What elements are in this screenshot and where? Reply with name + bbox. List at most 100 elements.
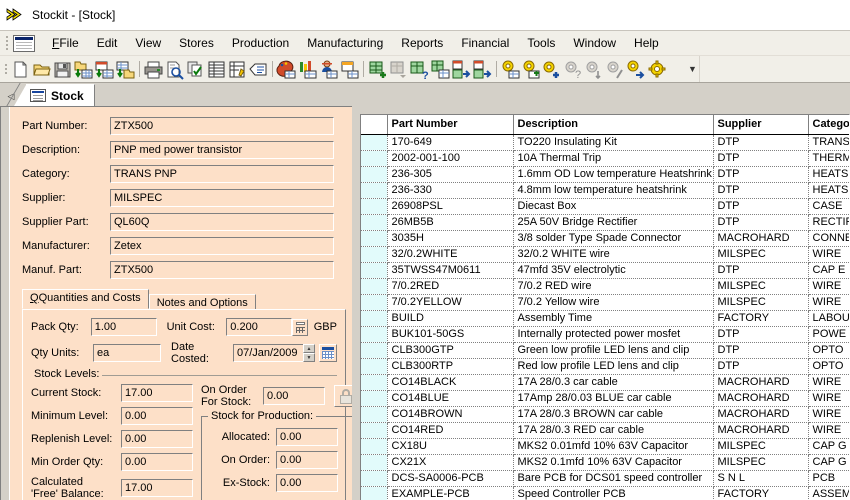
production-on-order-input[interactable]: 0.00	[276, 451, 338, 469]
export-from-grid-icon[interactable]	[94, 59, 115, 80]
query-part-icon[interactable]: ?	[409, 59, 430, 82]
column-header-part-number[interactable]: Part Number	[387, 115, 514, 135]
qty-units-input[interactable]: ea	[92, 344, 162, 362]
print-icon[interactable]	[143, 59, 164, 80]
padlock-icon[interactable]	[334, 385, 352, 407]
row-selector-cell[interactable]	[361, 310, 388, 327]
row-selector-cell[interactable]	[361, 342, 388, 359]
menu-item-view[interactable]: View	[126, 33, 170, 53]
gear-icon[interactable]	[647, 59, 668, 80]
row-selector-cell[interactable]	[361, 358, 388, 375]
table-row[interactable]: 236-330 4.8mm low temperature heatshrink D…	[361, 182, 849, 199]
row-selector-cell[interactable]	[361, 470, 388, 487]
table-row[interactable]: 35TWSS47M0611 47mfd 35V electrolytic DTP CA…	[361, 262, 849, 279]
stock-list-grid[interactable]: Part Number Description Supplier Categor…	[360, 114, 850, 500]
menu-item-reports[interactable]: Reports	[392, 33, 452, 53]
table-row[interactable]: CX18U MKS2 0.01mfd 10% 63V Capacitor MILSP…	[361, 438, 849, 455]
menu-item-stores[interactable]: Stores	[170, 33, 223, 53]
row-selector-cell[interactable]	[361, 326, 388, 343]
date-costed-input[interactable]: 07/Jan/2009	[232, 344, 303, 362]
column-header-category[interactable]: Category	[808, 115, 849, 135]
row-selector-cell[interactable]	[361, 422, 388, 439]
on-order-for-stock-input[interactable]: 0.00	[263, 387, 325, 405]
grid-to-folder-icon[interactable]	[115, 59, 136, 80]
menu-item-help[interactable]: Help	[625, 33, 668, 53]
column-header-supplier[interactable]: Supplier	[713, 115, 809, 135]
table-row[interactable]: CO14BLUE 17Amp 28/0.03 BLUE car cable MACR…	[361, 390, 849, 407]
table-row[interactable]: 2002-001-100 10A Thermal Trip DTP THERM	[361, 150, 849, 167]
row-selector-cell[interactable]	[361, 230, 388, 247]
gear-slash-icon[interactable]	[605, 59, 626, 80]
column-header-description[interactable]: Description	[513, 115, 714, 135]
part-out-icon[interactable]	[472, 59, 493, 80]
label-tag-icon[interactable]	[248, 59, 269, 80]
menu-grip-handle[interactable]	[2, 34, 11, 52]
row-selector-cell[interactable]	[361, 438, 388, 455]
import-to-grid-icon[interactable]	[73, 59, 94, 80]
menu-item-window[interactable]: Window	[564, 33, 625, 53]
minimum-level-input[interactable]: 0.00	[121, 407, 193, 425]
row-selector-cell[interactable]	[361, 198, 388, 215]
menu-item-manufacturing[interactable]: Manufacturing	[298, 33, 392, 53]
stock-person-icon[interactable]	[318, 59, 339, 80]
row-selector-cell[interactable]	[361, 406, 388, 423]
row-selector-cell[interactable]	[361, 214, 388, 231]
table-row[interactable]: 32/0.2WHITE 32/0.2 WHITE wire MILSPEC WIRE	[361, 246, 849, 263]
grid-view-icon[interactable]	[206, 59, 227, 80]
toolbar-grip-handle[interactable]	[2, 59, 10, 79]
copy-records-icon[interactable]	[185, 59, 206, 80]
category-input[interactable]: TRANS PNP	[110, 165, 334, 183]
gear-plus-icon[interactable]	[542, 59, 563, 80]
print-preview-icon[interactable]	[164, 59, 185, 80]
table-row[interactable]: 26MB5B 25A 50V Bridge Rectifier DTP RECTIF	[361, 214, 849, 231]
supplier-part-input[interactable]: QL60Q	[110, 213, 334, 231]
edit-record-icon[interactable]	[227, 59, 248, 80]
calendar-icon[interactable]	[319, 344, 338, 362]
table-row[interactable]: EXAMPLE-PCB Speed Controller PCB FACTORY AS…	[361, 486, 849, 500]
row-selector-cell[interactable]	[361, 486, 388, 500]
calendar-grid-icon[interactable]	[339, 59, 360, 80]
table-row[interactable]: CO14RED 17A 28/0.3 RED car cable MACROHARD…	[361, 422, 849, 439]
menu-item-production[interactable]: Production	[223, 33, 298, 53]
current-stock-input[interactable]: 17.00	[121, 384, 193, 402]
menu-item-edit[interactable]: Edit	[88, 33, 127, 53]
supplier-input[interactable]: MILSPEC	[110, 189, 334, 207]
table-row[interactable]: BUILD Assembly Time FACTORY LABOU	[361, 310, 849, 327]
copy-part-icon[interactable]	[430, 59, 451, 80]
gear-add-icon[interactable]	[521, 59, 542, 80]
tab-quantities-and-costs[interactable]: QQuantities and Costs	[22, 289, 149, 309]
manuf-part-input[interactable]: ZTX500	[110, 261, 334, 279]
column-header-selector[interactable]	[361, 115, 388, 135]
table-row[interactable]: CO14BROWN 17A 28/0.3 BROWN car cable MACRO…	[361, 406, 849, 423]
table-row[interactable]: DCS-SA0006-PCB Bare PCB for DCS01 speed c…	[361, 470, 849, 487]
manufacturer-input[interactable]: Zetex	[110, 237, 334, 255]
toolbar-overflow-button[interactable]: ▼	[687, 59, 698, 78]
table-row[interactable]: BUK101-50GS Internally protected power mo…	[361, 326, 849, 343]
remove-part-icon[interactable]	[388, 59, 409, 80]
menu-item-tools[interactable]: Tools	[518, 33, 564, 53]
table-row[interactable]: 26908PSL Diecast Box DTP CASE	[361, 198, 849, 215]
unit-cost-input[interactable]: 0.200	[226, 318, 293, 336]
replenish-level-input[interactable]: 0.00	[121, 430, 193, 448]
table-row[interactable]: CX21X MKS2 0.1mfd 10% 63V Capacitor MILSPE…	[361, 454, 849, 471]
row-selector-cell[interactable]	[361, 390, 388, 407]
save-disk-icon[interactable]	[52, 59, 73, 80]
row-selector-cell[interactable]	[361, 262, 388, 279]
row-selector-cell[interactable]	[361, 182, 388, 199]
gear-arrow-icon[interactable]	[626, 59, 647, 80]
add-part-icon[interactable]	[367, 59, 388, 80]
date-spinner[interactable]: ▲ ▼	[302, 344, 316, 362]
gear-grid-icon[interactable]	[500, 59, 521, 80]
table-row[interactable]: 7/0.2RED 7/0.2 RED wire MILSPEC WIRE	[361, 278, 849, 295]
row-selector-cell[interactable]	[361, 454, 388, 471]
row-selector-cell[interactable]	[361, 150, 388, 167]
description-input[interactable]: PNP med power transistor	[110, 141, 334, 159]
open-folder-icon[interactable]	[31, 59, 52, 80]
table-row[interactable]: CO14BLACK 17A 28/0.3 car cable MACROHARD WI…	[361, 374, 849, 391]
calculator-icon[interactable]	[292, 318, 308, 336]
row-selector-cell[interactable]	[361, 294, 388, 311]
gear-query-icon[interactable]: ?	[563, 59, 584, 81]
pack-qty-input[interactable]: 1.00	[90, 318, 157, 336]
gear-sort-icon[interactable]	[584, 59, 605, 80]
row-selector-cell[interactable]	[361, 166, 388, 183]
